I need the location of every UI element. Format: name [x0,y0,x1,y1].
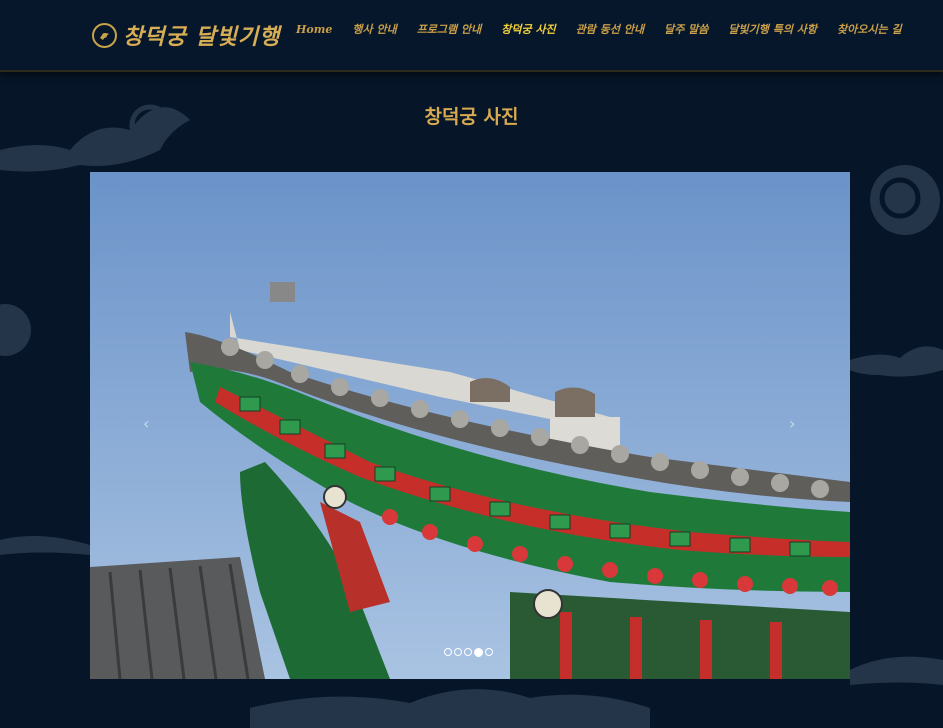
cloud-pattern-left-mid [0,304,31,356]
logo-text: 창덕궁 달빛기행 [123,24,281,50]
cloud-pattern-left-top [0,104,190,172]
nav-item-notices[interactable]: 달빛기행 특의 사항 [728,21,817,37]
nav-item-message[interactable]: 달주 말씀 [664,21,708,37]
main-nav: Home 행사 안내 프로그램 안내 창덕궁 사진 관람 동선 안내 달주 말씀… [296,20,922,38]
carousel-dot-2[interactable] [454,648,462,656]
nav-item-route-guide[interactable]: 관람 동선 안내 [576,21,644,37]
carousel-next-arrow[interactable]: › [789,416,795,432]
photo-carousel [90,172,850,679]
nav-item-event-info[interactable]: 행사 안내 [352,21,396,37]
nav-item-directions[interactable]: 찾아오시는 길 [837,21,902,37]
nav-item-home[interactable]: Home [296,23,332,36]
site-header: 창덕궁 달빛기행 Home 행사 안내 프로그램 안내 창덕궁 사진 관람 동선… [0,0,943,72]
cloud-pattern-left-low [0,536,90,555]
cloud-pattern-right-mid [850,346,943,377]
carousel-indicators [444,647,493,657]
carousel-dot-3[interactable] [464,648,472,656]
moon-emblem-icon [92,22,117,48]
carousel-dot-5[interactable] [485,648,493,656]
carousel-dot-4[interactable] [474,647,483,657]
palace-eaves-photo [90,172,850,679]
cloud-pattern-bottom [250,689,650,728]
page-title: 창덕궁 사진 [424,106,519,128]
nav-item-photos[interactable]: 창덕궁 사진 [501,21,555,37]
carousel-dot-1[interactable] [444,648,452,656]
cloud-pattern-right-top [870,165,940,235]
carousel-prev-arrow[interactable]: ‹ [143,416,149,432]
site-logo[interactable]: 창덕궁 달빛기행 [92,18,280,52]
nav-item-program-info[interactable]: 프로그램 안내 [417,21,482,37]
cloud-pattern-right-low [850,656,943,685]
